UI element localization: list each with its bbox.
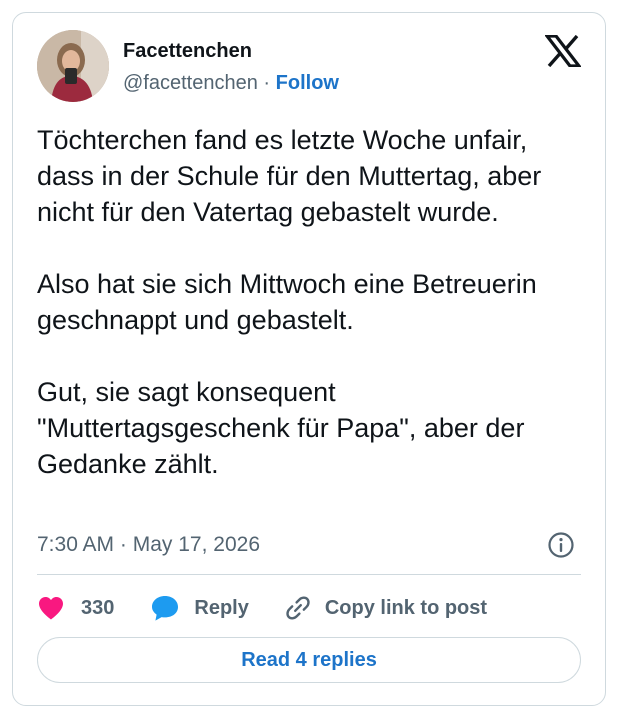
follow-button[interactable]: Follow	[276, 72, 339, 94]
author-handle[interactable]: @facettenchen	[123, 72, 258, 94]
handle-separator: ·	[263, 72, 271, 94]
avatar[interactable]	[37, 30, 109, 102]
heart-icon	[39, 597, 63, 620]
reply-button[interactable]: Reply	[150, 594, 249, 622]
tweet-paragraph: Töchterchen fand es letzte Woche unfair,…	[37, 125, 542, 227]
tweet-time: 7:30 AM	[37, 533, 115, 556]
tweet-card: Facettenchen @facettenchen · Follow Töch…	[12, 12, 606, 706]
info-icon[interactable]	[547, 531, 575, 559]
tweet-paragraph: Gut, sie sagt konsequent "Muttertagsgesc…	[37, 377, 525, 479]
author-handle-row: @facettenchen · Follow	[123, 71, 339, 95]
avatar-image	[37, 30, 109, 102]
divider	[37, 574, 581, 575]
like-button[interactable]: 330	[37, 595, 114, 621]
read-replies-button[interactable]: Read 4 replies	[37, 637, 581, 683]
action-bar: 330 Reply Copy link to post	[37, 591, 487, 625]
x-logo-icon[interactable]	[545, 35, 581, 67]
tweet-date: May 17, 2026	[132, 533, 261, 556]
speech-bubble-icon	[152, 596, 179, 621]
tweet-paragraph: Also hat sie sich Mittwoch eine Betreuer…	[37, 269, 537, 335]
like-count: 330	[81, 596, 115, 619]
read-replies-label: Read 4 replies	[241, 648, 377, 671]
reply-label: Reply	[194, 596, 249, 619]
tweet-text: Töchterchen fand es letzte Woche unfair,…	[37, 122, 587, 482]
copy-link-button[interactable]: Copy link to post	[283, 593, 487, 623]
link-icon	[286, 596, 310, 620]
author-display-name[interactable]: Facettenchen	[123, 39, 252, 63]
timestamp-separator: ·	[119, 533, 127, 556]
tweet-timestamp[interactable]: 7:30 AM · May 17, 2026	[37, 532, 260, 558]
copy-link-label: Copy link to post	[324, 596, 488, 619]
